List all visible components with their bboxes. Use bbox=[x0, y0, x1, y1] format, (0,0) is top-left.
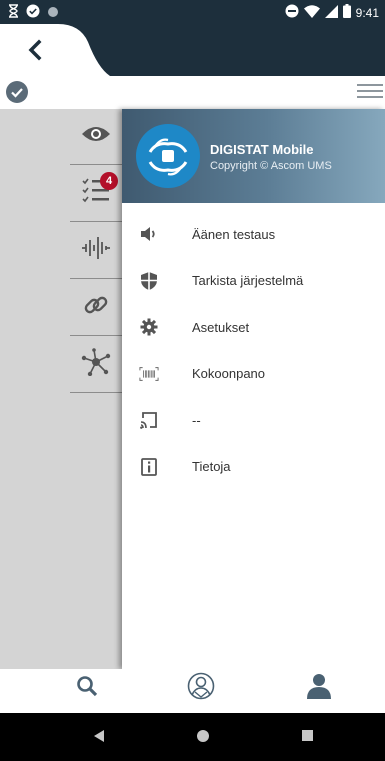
menu-item-cast[interactable]: -- bbox=[122, 397, 385, 444]
menu-item-label: Tietoja bbox=[192, 459, 231, 475]
speaker-icon bbox=[139, 224, 159, 244]
module-rail: 4 bbox=[0, 109, 122, 669]
system-recents-button[interactable] bbox=[298, 729, 316, 747]
user-icon bbox=[306, 672, 332, 705]
shield-icon bbox=[139, 271, 159, 291]
app-title: DIGISTAT Mobile bbox=[210, 142, 314, 157]
recents-square-icon bbox=[301, 729, 314, 747]
system-navigation-bar bbox=[0, 713, 385, 761]
gear-icon bbox=[139, 317, 159, 337]
menu-item-settings[interactable]: Asetukset bbox=[122, 304, 385, 351]
rail-item-checklist[interactable]: 4 bbox=[70, 166, 122, 222]
rail-item-link[interactable] bbox=[70, 280, 122, 336]
app-copyright: Copyright © Ascom UMS bbox=[210, 160, 332, 172]
menu-item-label: Asetukset bbox=[192, 319, 250, 335]
system-back-button[interactable] bbox=[90, 729, 108, 747]
user-button[interactable] bbox=[304, 673, 334, 703]
menu-item-about[interactable]: Tietoja bbox=[122, 444, 385, 491]
menu-item-configuration[interactable]: Kokoonpano bbox=[122, 351, 385, 398]
patient-icon bbox=[187, 672, 215, 705]
bottom-navigation bbox=[0, 669, 385, 713]
rail-item-eye[interactable] bbox=[70, 109, 122, 165]
link-icon bbox=[82, 291, 110, 324]
eye-icon bbox=[81, 124, 111, 149]
status-time: 9:41 bbox=[355, 5, 379, 20]
navigation-drawer: DIGISTAT Mobile Copyright © Ascom UMS Ää… bbox=[122, 109, 385, 669]
back-triangle-icon bbox=[93, 729, 105, 748]
barcode-icon bbox=[139, 364, 159, 384]
do-not-disturb-icon bbox=[285, 4, 299, 21]
sub-header bbox=[0, 76, 385, 109]
signal-icon bbox=[324, 4, 338, 21]
system-home-button[interactable] bbox=[194, 729, 212, 747]
menu-item-label: -- bbox=[192, 412, 201, 428]
patient-button[interactable] bbox=[186, 672, 216, 705]
menu-item-label: Äänen testaus bbox=[192, 226, 276, 242]
check-circle-icon bbox=[26, 4, 40, 23]
hourglass-icon bbox=[8, 4, 19, 23]
waveform-icon bbox=[81, 235, 111, 266]
cast-icon bbox=[139, 410, 159, 430]
menu-item-label: Kokoonpano bbox=[192, 366, 266, 382]
battery-icon bbox=[342, 4, 351, 21]
home-circle-icon bbox=[196, 729, 210, 748]
back-button[interactable] bbox=[24, 38, 48, 62]
drawer-menu: Äänen testaus Tarkista järjestelmä Asetu… bbox=[122, 211, 385, 490]
back-tab bbox=[0, 24, 110, 76]
search-icon bbox=[76, 675, 98, 702]
info-icon bbox=[139, 457, 159, 477]
search-button[interactable] bbox=[72, 673, 102, 703]
dot-icon bbox=[47, 5, 59, 23]
menu-item-check-system[interactable]: Tarkista järjestelmä bbox=[122, 258, 385, 305]
chevron-left-icon bbox=[24, 39, 48, 66]
hamburger-menu-icon[interactable] bbox=[357, 84, 383, 100]
wifi-icon bbox=[303, 4, 320, 21]
check-circle-icon[interactable] bbox=[6, 81, 28, 103]
rail-item-waveform[interactable] bbox=[70, 223, 122, 279]
notification-badge: 4 bbox=[100, 172, 118, 190]
status-bar: 9:41 bbox=[0, 0, 385, 24]
rail-item-network[interactable] bbox=[70, 337, 122, 393]
network-icon bbox=[80, 348, 112, 381]
digistat-logo-icon bbox=[136, 124, 200, 188]
menu-item-sound-test[interactable]: Äänen testaus bbox=[122, 211, 385, 258]
drawer-header: DIGISTAT Mobile Copyright © Ascom UMS bbox=[122, 109, 385, 203]
menu-item-label: Tarkista järjestelmä bbox=[192, 273, 304, 289]
